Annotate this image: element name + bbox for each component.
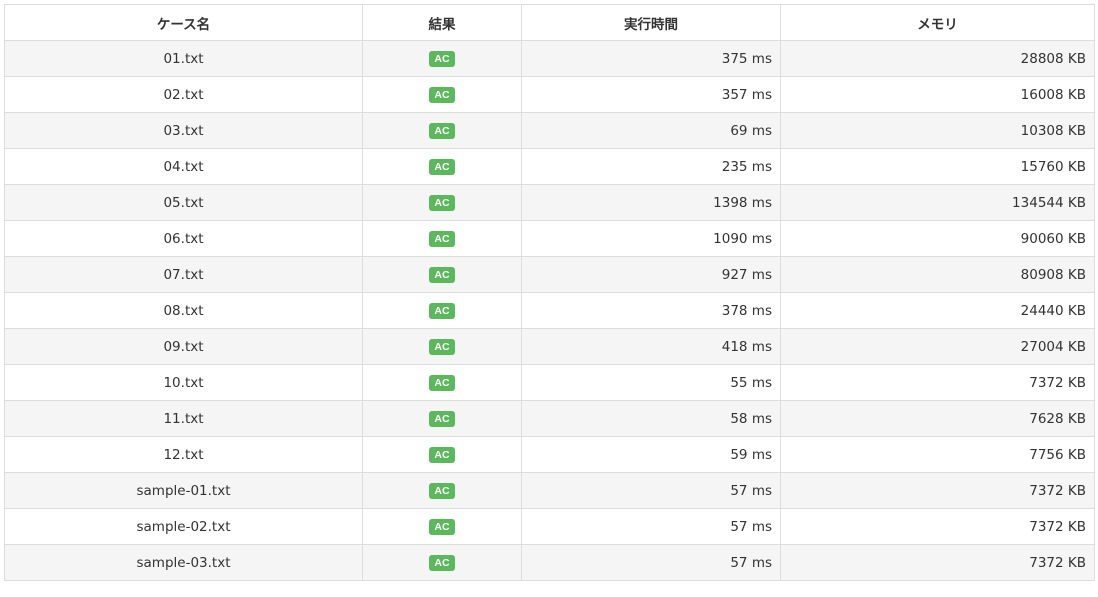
exec-time-cell: 927 ms <box>521 256 781 293</box>
exec-time-cell: 357 ms <box>521 76 781 113</box>
result-cell: AC <box>362 364 522 401</box>
status-badge: AC <box>429 482 455 499</box>
header-row: ケース名 結果 実行時間 メモリ <box>4 4 1095 41</box>
status-badge: AC <box>429 86 455 103</box>
status-badge: AC <box>429 374 455 391</box>
case-name-cell: 12.txt <box>4 436 363 473</box>
table-row: 05.txt AC 1398 ms 134544 KB <box>4 184 1095 221</box>
memory-cell: 24440 KB <box>780 292 1095 329</box>
case-name-cell: 06.txt <box>4 220 363 257</box>
status-badge: AC <box>429 446 455 463</box>
memory-cell: 15760 KB <box>780 148 1095 185</box>
exec-time-cell: 57 ms <box>521 508 781 545</box>
memory-cell: 27004 KB <box>780 328 1095 365</box>
memory-cell: 7372 KB <box>780 508 1095 545</box>
header-result: 結果 <box>362 4 522 41</box>
test-case-results-table: ケース名 結果 実行時間 メモリ 01.txt AC 375 ms 28808 KB 0… <box>4 4 1095 581</box>
result-cell: AC <box>362 436 522 473</box>
result-cell: AC <box>362 184 522 221</box>
case-name-cell: 03.txt <box>4 112 363 149</box>
table-row: 03.txt AC 69 ms 10308 KB <box>4 112 1095 149</box>
memory-cell: 7372 KB <box>780 544 1095 581</box>
case-name-cell: 01.txt <box>4 40 363 77</box>
status-badge: AC <box>429 266 455 283</box>
table-row: 10.txt AC 55 ms 7372 KB <box>4 364 1095 401</box>
result-cell: AC <box>362 508 522 545</box>
exec-time-cell: 235 ms <box>521 148 781 185</box>
header-case-name: ケース名 <box>4 4 363 41</box>
status-badge: AC <box>429 230 455 247</box>
exec-time-cell: 378 ms <box>521 292 781 329</box>
result-cell: AC <box>362 544 522 581</box>
case-name-cell: 07.txt <box>4 256 363 293</box>
memory-cell: 90060 KB <box>780 220 1095 257</box>
case-name-cell: 08.txt <box>4 292 363 329</box>
header-memory: メモリ <box>780 4 1095 41</box>
table-header: ケース名 結果 実行時間 メモリ <box>4 4 1095 41</box>
result-cell: AC <box>362 256 522 293</box>
case-name-cell: 05.txt <box>4 184 363 221</box>
memory-cell: 7372 KB <box>780 472 1095 509</box>
case-name-cell: 10.txt <box>4 364 363 401</box>
table-row: 08.txt AC 378 ms 24440 KB <box>4 292 1095 329</box>
table-row: 01.txt AC 375 ms 28808 KB <box>4 40 1095 77</box>
memory-cell: 80908 KB <box>780 256 1095 293</box>
table-body: 01.txt AC 375 ms 28808 KB 02.txt AC 357 ms 1600… <box>4 40 1095 581</box>
exec-time-cell: 59 ms <box>521 436 781 473</box>
exec-time-cell: 1398 ms <box>521 184 781 221</box>
status-badge: AC <box>429 122 455 139</box>
result-cell: AC <box>362 400 522 437</box>
result-cell: AC <box>362 328 522 365</box>
exec-time-cell: 55 ms <box>521 364 781 401</box>
case-name-cell: 04.txt <box>4 148 363 185</box>
table-row: sample-03.txt AC 57 ms 7372 KB <box>4 544 1095 581</box>
result-cell: AC <box>362 148 522 185</box>
status-badge: AC <box>429 50 455 67</box>
exec-time-cell: 1090 ms <box>521 220 781 257</box>
table-row: sample-01.txt AC 57 ms 7372 KB <box>4 472 1095 509</box>
status-badge: AC <box>429 338 455 355</box>
case-name-cell: sample-02.txt <box>4 508 363 545</box>
table-row: 12.txt AC 59 ms 7756 KB <box>4 436 1095 473</box>
memory-cell: 10308 KB <box>780 112 1095 149</box>
status-badge: AC <box>429 554 455 571</box>
table-row: 07.txt AC 927 ms 80908 KB <box>4 256 1095 293</box>
status-badge: AC <box>429 194 455 211</box>
status-badge: AC <box>429 518 455 535</box>
exec-time-cell: 418 ms <box>521 328 781 365</box>
memory-cell: 16008 KB <box>780 76 1095 113</box>
exec-time-cell: 69 ms <box>521 112 781 149</box>
status-badge: AC <box>429 410 455 427</box>
status-badge: AC <box>429 302 455 319</box>
table-row: 06.txt AC 1090 ms 90060 KB <box>4 220 1095 257</box>
result-cell: AC <box>362 40 522 77</box>
test-case-results-table-wrapper: ケース名 結果 実行時間 メモリ 01.txt AC 375 ms 28808 KB 0… <box>4 4 1095 581</box>
case-name-cell: 11.txt <box>4 400 363 437</box>
case-name-cell: sample-01.txt <box>4 472 363 509</box>
status-badge: AC <box>429 158 455 175</box>
result-cell: AC <box>362 292 522 329</box>
table-row: 09.txt AC 418 ms 27004 KB <box>4 328 1095 365</box>
result-cell: AC <box>362 220 522 257</box>
case-name-cell: 09.txt <box>4 328 363 365</box>
case-name-cell: 02.txt <box>4 76 363 113</box>
table-row: 02.txt AC 357 ms 16008 KB <box>4 76 1095 113</box>
result-cell: AC <box>362 112 522 149</box>
exec-time-cell: 57 ms <box>521 472 781 509</box>
memory-cell: 134544 KB <box>780 184 1095 221</box>
memory-cell: 7372 KB <box>780 364 1095 401</box>
memory-cell: 7628 KB <box>780 400 1095 437</box>
result-cell: AC <box>362 76 522 113</box>
result-cell: AC <box>362 472 522 509</box>
exec-time-cell: 375 ms <box>521 40 781 77</box>
case-name-cell: sample-03.txt <box>4 544 363 581</box>
memory-cell: 7756 KB <box>780 436 1095 473</box>
table-row: 04.txt AC 235 ms 15760 KB <box>4 148 1095 185</box>
table-row: sample-02.txt AC 57 ms 7372 KB <box>4 508 1095 545</box>
memory-cell: 28808 KB <box>780 40 1095 77</box>
table-row: 11.txt AC 58 ms 7628 KB <box>4 400 1095 437</box>
exec-time-cell: 57 ms <box>521 544 781 581</box>
exec-time-cell: 58 ms <box>521 400 781 437</box>
header-exec-time: 実行時間 <box>521 4 781 41</box>
